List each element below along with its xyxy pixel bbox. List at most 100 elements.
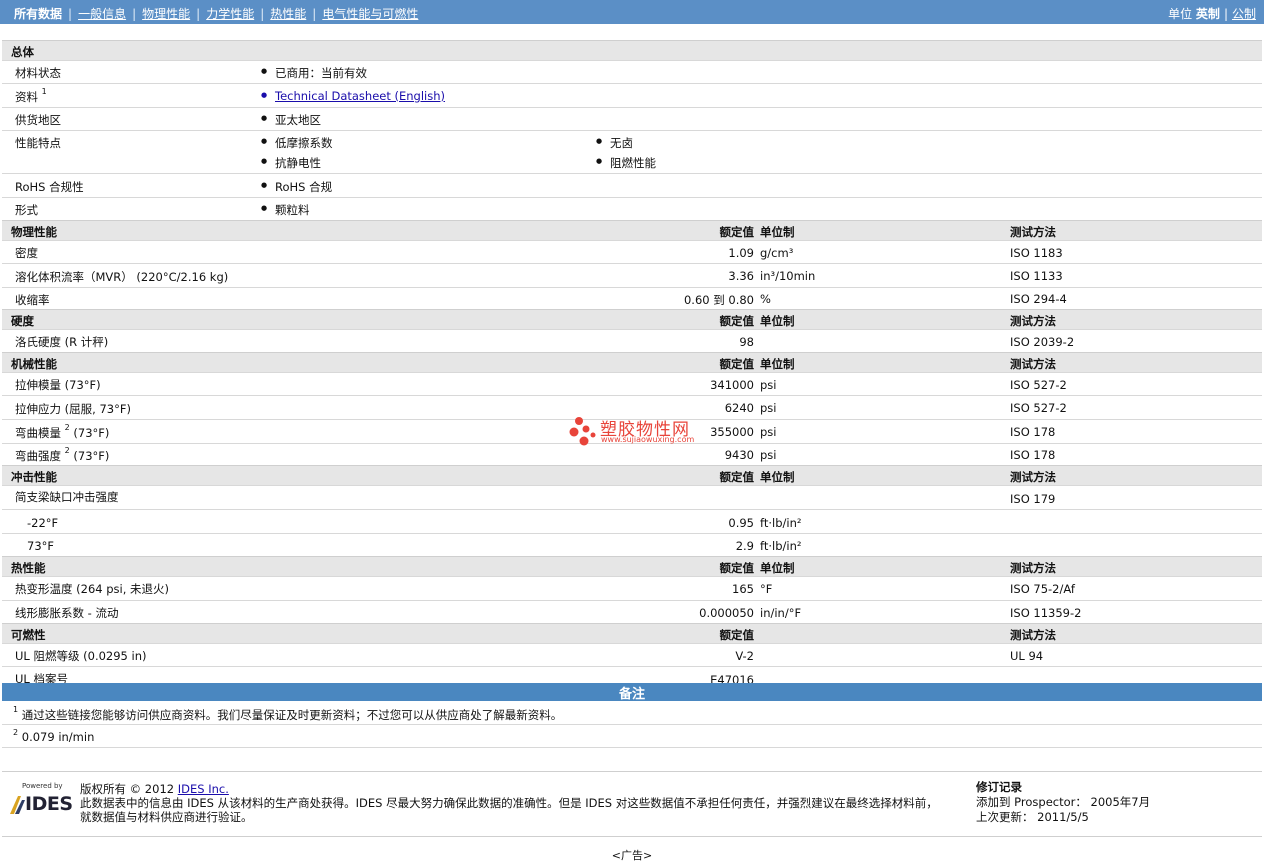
- datasheet: 总体 材料状态 已商用：当前有效 资料 1 Technical Datashee…: [2, 40, 1262, 689]
- nav-electrical-flammability[interactable]: 电气性能与可燃性: [322, 5, 418, 22]
- property-unit: psi: [760, 425, 777, 439]
- col-test: 测试方法: [1010, 628, 1056, 642]
- property-test: ISO 1183: [1010, 246, 1063, 260]
- section-title: 总体: [11, 45, 34, 59]
- copyright-line: 版权所有 © 2012 IDES Inc.: [80, 782, 938, 796]
- col-test: 测试方法: [1010, 561, 1056, 575]
- revision-history: 修订记录 添加到 Prospector： 2005年7月 上次更新： 2011/…: [976, 780, 1150, 825]
- documents-label: 资料: [15, 90, 38, 104]
- footnote-ref: 2: [64, 423, 70, 432]
- nav-separator: |: [260, 7, 265, 21]
- row-form: 形式 颗粒料: [2, 198, 1262, 220]
- feature-item: 无卤: [596, 135, 633, 151]
- property-unit: °F: [760, 582, 773, 596]
- col-nominal: 额定值: [719, 470, 755, 484]
- property-test: ISO 11359-2: [1010, 606, 1082, 620]
- notes-header: 备注: [2, 683, 1262, 702]
- footnote-ref: 1: [13, 705, 19, 714]
- property-name: UL 阻燃等级 (0.0295 in): [15, 649, 147, 663]
- col-nominal: 额定值: [719, 628, 755, 642]
- property-unit: in/in/°F: [760, 606, 802, 620]
- property-unit: g/cm³: [760, 246, 794, 260]
- ad-label: <广告>: [611, 849, 653, 862]
- footnote-ref: 2: [64, 446, 70, 455]
- unit-metric-link[interactable]: 公制: [1232, 7, 1256, 21]
- technical-datasheet-link[interactable]: Technical Datasheet (English): [261, 89, 445, 103]
- property-name: 溶化体积流率（MVR） (220°C/2.16 kg): [15, 270, 229, 284]
- col-unit: 单位制: [760, 470, 795, 484]
- col-unit: 单位制: [760, 225, 795, 239]
- unit-switcher: 单位 英制 | 公制: [1168, 5, 1256, 22]
- property-name-text: 弯曲模量: [15, 426, 61, 440]
- property-condition: (73°F): [69, 426, 110, 440]
- section-title: 机械性能: [11, 357, 57, 371]
- watermark-url: www.sujiaowuxing.com: [601, 435, 695, 444]
- col-nominal: 额定值: [719, 357, 755, 371]
- nav-separator: |: [68, 7, 73, 21]
- note-body: 通过这些链接您能够访问供应商资料。我们尽量保证及时更新资料；不过您可以从供应商处…: [21, 708, 563, 722]
- nav-separator: |: [312, 7, 317, 21]
- property-unit: %: [760, 292, 771, 306]
- property-unit: ft·lb/in²: [760, 539, 802, 553]
- col-unit: 单位制: [760, 357, 795, 371]
- property-value: 0.60 到 0.80: [683, 293, 754, 307]
- property-test: ISO 1133: [1010, 269, 1063, 283]
- property-value: 1.09: [728, 246, 754, 260]
- property-test: ISO 178: [1010, 448, 1056, 462]
- property-row: 拉伸模量 (73°F) 341000 psi ISO 527-2: [2, 373, 1262, 396]
- row-label: 资料 1: [15, 87, 47, 105]
- section-nav: 所有数据 | 一般信息 | 物理性能 | 力学性能 | 热性能 | 电气性能与可燃性: [14, 5, 418, 22]
- property-unit: psi: [760, 448, 777, 462]
- property-row: -22°F 0.95 ft·lb/in²: [2, 510, 1262, 534]
- section-title: 可燃性: [11, 628, 46, 642]
- property-test: ISO 75-2/Af: [1010, 582, 1075, 596]
- ides-inc-link[interactable]: IDES Inc.: [178, 782, 229, 796]
- nav-general-info[interactable]: 一般信息: [78, 5, 126, 22]
- updated-line: 上次更新： 2011/5/5: [976, 810, 1150, 825]
- nav-thermal[interactable]: 热性能: [270, 5, 306, 22]
- col-nominal: 额定值: [719, 314, 755, 328]
- note-body: 0.079 in/min: [21, 730, 95, 744]
- added-label: 添加到 Prospector：: [976, 795, 1087, 809]
- property-row: 简支梁缺口冲击强度 ISO 179: [2, 486, 1262, 510]
- form-value: 颗粒料: [261, 202, 309, 218]
- property-value: 6240: [724, 401, 754, 415]
- col-unit: 单位制: [760, 314, 795, 328]
- section-title: 热性能: [11, 561, 46, 575]
- row-documents: 资料 1 Technical Datasheet (English): [2, 84, 1262, 108]
- property-test: ISO 2039-2: [1010, 335, 1075, 349]
- property-row: 73°F 2.9 ft·lb/in²: [2, 534, 1262, 556]
- property-unit: psi: [760, 401, 777, 415]
- footnote-ref: 1: [41, 87, 47, 96]
- nav-mechanical[interactable]: 力学性能: [206, 5, 254, 22]
- nav-separator: |: [196, 7, 201, 21]
- copyright-text: 版权所有 © 2012: [80, 782, 178, 796]
- property-value: 9430: [724, 448, 754, 462]
- nav-all-data[interactable]: 所有数据: [14, 5, 62, 22]
- property-value: 165: [732, 582, 754, 596]
- unit-separator: |: [1223, 7, 1228, 21]
- property-name: 弯曲强度 2 (73°F): [15, 446, 109, 464]
- row-label: 供货地区: [15, 113, 61, 127]
- ides-logo[interactable]: Powered by IDES: [8, 782, 73, 818]
- property-name: 密度: [15, 246, 38, 260]
- row-rohs: RoHS 合规性 RoHS 合规: [2, 174, 1262, 198]
- property-unit: in³/10min: [760, 269, 816, 283]
- top-nav-bar: 所有数据 | 一般信息 | 物理性能 | 力学性能 | 热性能 | 电气性能与可燃性 单位 英制 | 公…: [0, 0, 1264, 24]
- property-value: V-2: [735, 649, 754, 663]
- property-name: 线形膨胀系数 - 流动: [15, 606, 119, 620]
- section-title: 硬度: [11, 314, 34, 328]
- property-subcondition: -22°F: [27, 516, 59, 530]
- property-name: 热变形温度 (264 psi, 未退火): [15, 582, 170, 596]
- unit-english[interactable]: 英制: [1196, 7, 1220, 21]
- ides-mark-icon: [10, 796, 25, 814]
- logo-name: IDES: [25, 793, 73, 815]
- property-unit: ft·lb/in²: [760, 516, 802, 530]
- row-features: 性能特点 低摩擦系数 无卤 抗静电性 阻燃性能: [2, 131, 1262, 174]
- row-label: 性能特点: [15, 136, 61, 150]
- watermark-logo-icon: [569, 417, 596, 446]
- note-item: 2 0.079 in/min: [2, 725, 1262, 748]
- nav-physical[interactable]: 物理性能: [142, 5, 190, 22]
- note-item: 1 通过这些链接您能够访问供应商资料。我们尽量保证及时更新资料；不过您可以从供应…: [2, 702, 1262, 725]
- feature-item: 低摩擦系数: [261, 135, 332, 151]
